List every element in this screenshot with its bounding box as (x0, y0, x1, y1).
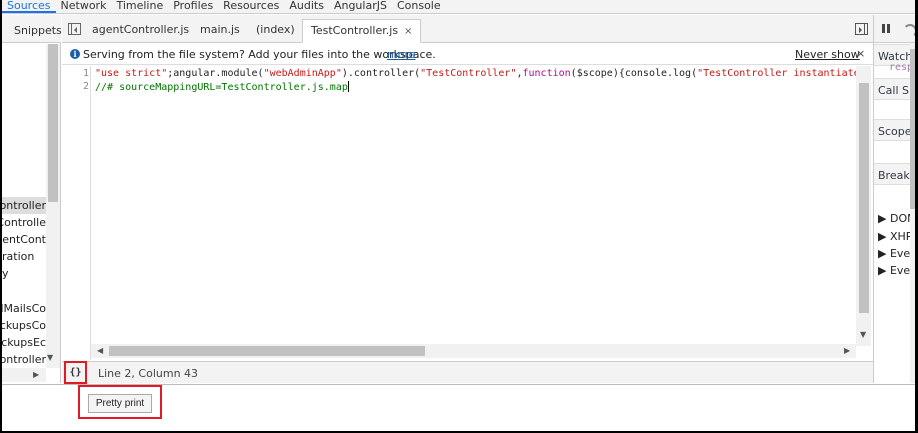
pretty-print-highlight: Pretty print (78, 385, 162, 419)
section-label: Call S (878, 84, 910, 97)
code-editor[interactable]: 1 2 "use strict";angular.module("webAdmi… (62, 66, 873, 360)
navigator-file-item[interactable]: ration (2, 248, 46, 265)
scroll-left-icon[interactable]: ◀ (97, 346, 103, 355)
debugger-scroll-thumb[interactable] (910, 49, 915, 209)
code-token: "webAdminApp" (263, 68, 342, 79)
navigator-vertical-scrollbar[interactable] (46, 44, 60, 368)
sources-navigator: Snippets ontroller Controlle gentCont ra… (2, 15, 62, 383)
editor-horizontal-scrollbar[interactable] (91, 344, 856, 358)
code-line-2[interactable]: //# sourceMappingURL=TestController.js.m… (95, 81, 349, 93)
editor-horizontal-scroll-thumb[interactable] (109, 346, 425, 356)
code-token: ;angular.module( (167, 68, 264, 79)
tab-angularjs[interactable]: AngularJS (329, 0, 392, 13)
scroll-down-icon[interactable]: ▼ (860, 330, 866, 339)
section-label: Break (878, 169, 910, 182)
editor-tab-agentcontroller[interactable]: agentController.js (84, 19, 197, 43)
code-line-1[interactable]: "use strict";angular.module("webAdminApp… (95, 68, 866, 79)
section-call-stack[interactable]: Call S (874, 78, 915, 100)
workspace-infobar: i Serving from the file system? Add your… (62, 44, 873, 65)
debugger-scrollbar[interactable] (910, 43, 915, 383)
tab-profiles[interactable]: Profiles (168, 0, 218, 13)
scroll-right-icon[interactable]: ▶ (33, 370, 39, 379)
editor-tab-label: main.js (200, 23, 240, 36)
infobar-message: Serving from the file system? Add your f… (83, 48, 436, 61)
navigator-file-item[interactable]: ontroller. (2, 351, 46, 368)
pretty-print-button[interactable]: Pretty print (88, 394, 152, 413)
navigator-file-item[interactable]: ackupsEc (2, 334, 46, 351)
line-number-gutter: 1 2 (62, 66, 91, 360)
navigator-file-item[interactable] (2, 282, 46, 300)
devtools-window: Sources Network Timeline Profiles Resour… (2, 0, 915, 431)
debugger-sidebar: Watch respo Call S Scope Break ▶ DOM ▶ X… (873, 15, 915, 383)
navigator-file-item[interactable]: Controlle (2, 214, 46, 231)
navigator-horizontal-scrollbar[interactable] (2, 368, 46, 382)
code-token: ).controller( (341, 68, 421, 79)
step-over-icon[interactable] (903, 24, 915, 38)
navigator-scroll-thumb[interactable] (48, 44, 58, 202)
code-token: ($scope){console.log( (570, 68, 698, 79)
tab-audits[interactable]: Audits (284, 0, 329, 13)
toggle-debugger-icon[interactable] (855, 23, 868, 35)
line-number: 2 (82, 81, 89, 92)
pretty-print-area: Pretty print (2, 384, 915, 431)
scroll-right-icon[interactable]: ▶ (844, 346, 850, 355)
code-token: function (522, 68, 571, 79)
editor-tab-label: agentController.js (92, 23, 190, 36)
pause-icon[interactable] (882, 24, 890, 34)
close-icon[interactable]: × (404, 26, 412, 37)
text-caret (347, 81, 349, 92)
cursor-position: Line 2, Column 43 (98, 367, 199, 380)
editor-status-bar: {} Line 2, Column 43 (62, 361, 873, 384)
section-scope[interactable]: Scope (874, 119, 915, 141)
code-comment: //# sourceMappingURL=TestController.js.m… (95, 82, 348, 93)
section-label: Scope (878, 125, 912, 138)
editor-tab-main[interactable]: main.js (192, 19, 248, 43)
panel-tabs: Sources Network Timeline Profiles Resour… (2, 0, 915, 14)
editor-tab-testcontroller[interactable]: TestController.js × (302, 19, 422, 43)
navigator-file-item[interactable]: ackupsCo (2, 317, 46, 334)
info-icon: i (70, 49, 80, 59)
editor-tab-index[interactable]: (index) (248, 19, 303, 43)
debugger-toolbar (874, 15, 915, 43)
section-breakpoints[interactable]: Break (874, 163, 915, 185)
editor-tab-label: (index) (256, 23, 295, 36)
code-token: "TestController instantiated (697, 68, 866, 79)
close-icon[interactable]: × (856, 47, 865, 60)
scroll-down-icon[interactable]: ▼ (47, 353, 53, 362)
navigator-header: Snippets (2, 15, 62, 43)
navigator-file-item[interactable]: dMailsCo (2, 300, 46, 317)
navigator-file-item[interactable]: ontroller (2, 197, 46, 214)
tab-sources[interactable]: Sources (2, 0, 56, 13)
code-token: "use strict" (95, 68, 168, 79)
tab-resources[interactable]: Resources (218, 0, 284, 13)
navigator-file-item[interactable]: gentCont (2, 231, 46, 248)
tab-network[interactable]: Network (56, 0, 112, 13)
navigator-file-item[interactable]: y (2, 265, 46, 282)
editor-vertical-scroll-thumb[interactable] (859, 83, 869, 313)
editor-tab-label: TestController.js (311, 24, 399, 37)
toggle-navigator-icon[interactable] (68, 23, 81, 35)
never-show-link[interactable]: Never show (795, 48, 860, 61)
navigator-file-list: ontroller Controlle gentCont ration y dM… (2, 197, 46, 368)
tab-snippets[interactable]: Snippets (14, 24, 62, 37)
editor-tab-strip: agentController.js main.js (index) TestC… (62, 15, 873, 43)
more-link[interactable]: more (387, 48, 416, 61)
tab-console[interactable]: Console (392, 0, 446, 13)
editor-vertical-scrollbar[interactable] (856, 66, 871, 346)
pretty-print-icon[interactable]: {} (67, 365, 84, 381)
code-token: "TestController" (420, 68, 517, 79)
tab-timeline[interactable]: Timeline (111, 0, 168, 13)
line-number: 1 (82, 68, 89, 79)
